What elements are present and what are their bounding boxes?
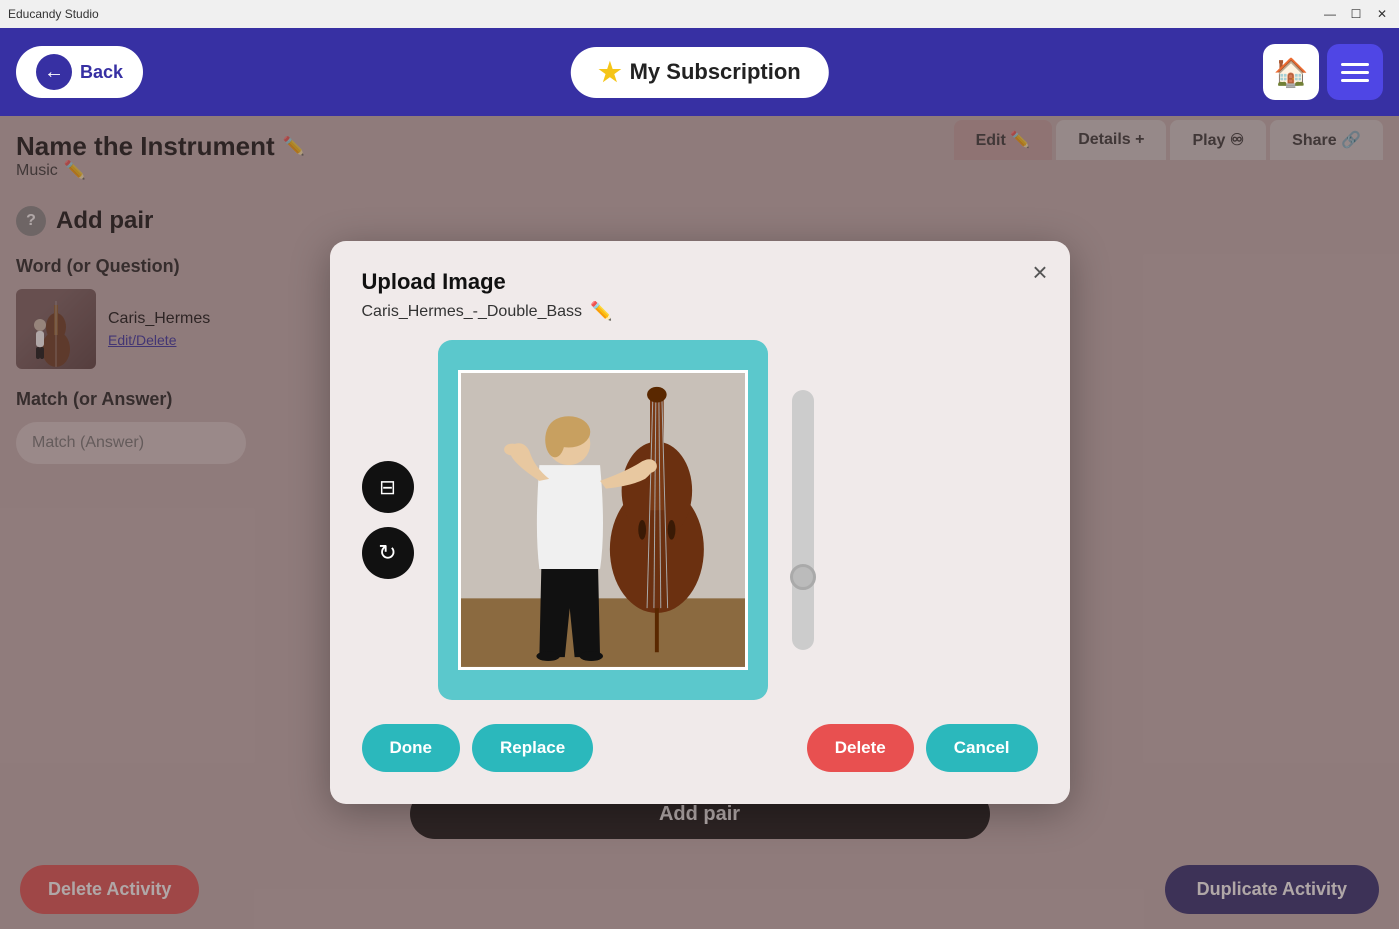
modal-overlay: Upload Image Caris_Hermes_-_Double_Bass … — [0, 116, 1399, 929]
app-title: Educandy Studio — [8, 7, 99, 21]
menu-button[interactable] — [1327, 44, 1383, 100]
subscription-label: My Subscription — [630, 59, 801, 85]
header-right: 🏠 — [1263, 44, 1383, 100]
double-bass-image-svg — [461, 373, 745, 667]
star-icon: ★ — [598, 57, 621, 88]
replace-label: Replace — [500, 738, 565, 757]
menu-line-3 — [1341, 79, 1369, 82]
image-crop-area — [458, 370, 748, 670]
delete-label: Delete — [835, 738, 886, 757]
header: ← Back ★ My Subscription 🏠 — [0, 28, 1399, 116]
cancel-label: Cancel — [954, 738, 1010, 757]
image-canvas-wrapper — [438, 340, 768, 700]
content-area: Name the Instrument ✏️ Edit ✏️ Details +… — [0, 116, 1399, 929]
titlebar-controls: — ☐ ✕ — [1321, 5, 1391, 23]
modal-close-button[interactable]: × — [1032, 259, 1047, 285]
minimize-button[interactable]: — — [1321, 5, 1339, 23]
back-button[interactable]: ← Back — [16, 46, 143, 98]
image-placeholder — [461, 373, 745, 667]
back-arrow-icon: ← — [36, 54, 72, 90]
close-icon: × — [1032, 257, 1047, 287]
rotate-icon: ↻ — [378, 540, 396, 566]
modal-filename-row: Caris_Hermes_-_Double_Bass ✏️ — [362, 301, 1038, 322]
edit-filename-icon[interactable]: ✏️ — [590, 301, 612, 322]
done-label: Done — [390, 738, 433, 757]
delete-image-button[interactable]: Delete — [807, 724, 914, 772]
modal: Upload Image Caris_Hermes_-_Double_Bass … — [330, 241, 1070, 804]
menu-line-1 — [1341, 63, 1369, 66]
replace-button[interactable]: Replace — [472, 724, 593, 772]
crop-tool-button[interactable]: ⊟ — [362, 461, 414, 513]
done-button[interactable]: Done — [362, 724, 461, 772]
modal-tools: ⊟ ↻ — [362, 461, 414, 579]
zoom-slider-track[interactable] — [792, 390, 814, 650]
home-button[interactable]: 🏠 — [1263, 44, 1319, 100]
back-label: Back — [80, 62, 123, 83]
crop-icon: ⊟ — [379, 475, 396, 500]
cancel-button[interactable]: Cancel — [926, 724, 1038, 772]
menu-line-2 — [1341, 71, 1369, 74]
rotate-tool-button[interactable]: ↻ — [362, 527, 414, 579]
close-button[interactable]: ✕ — [1373, 5, 1391, 23]
subscription-button[interactable]: ★ My Subscription — [570, 47, 828, 98]
title-bar: Educandy Studio — ☐ ✕ — [0, 0, 1399, 28]
modal-actions: Done Replace Delete Cancel — [362, 724, 1038, 772]
modal-title: Upload Image — [362, 269, 1038, 295]
modal-image-area: ⊟ ↻ — [362, 340, 1038, 700]
maximize-button[interactable]: ☐ — [1347, 5, 1365, 23]
zoom-slider-thumb[interactable] — [790, 564, 816, 590]
home-icon: 🏠 — [1274, 56, 1309, 89]
modal-filename: Caris_Hermes_-_Double_Bass — [362, 303, 583, 321]
